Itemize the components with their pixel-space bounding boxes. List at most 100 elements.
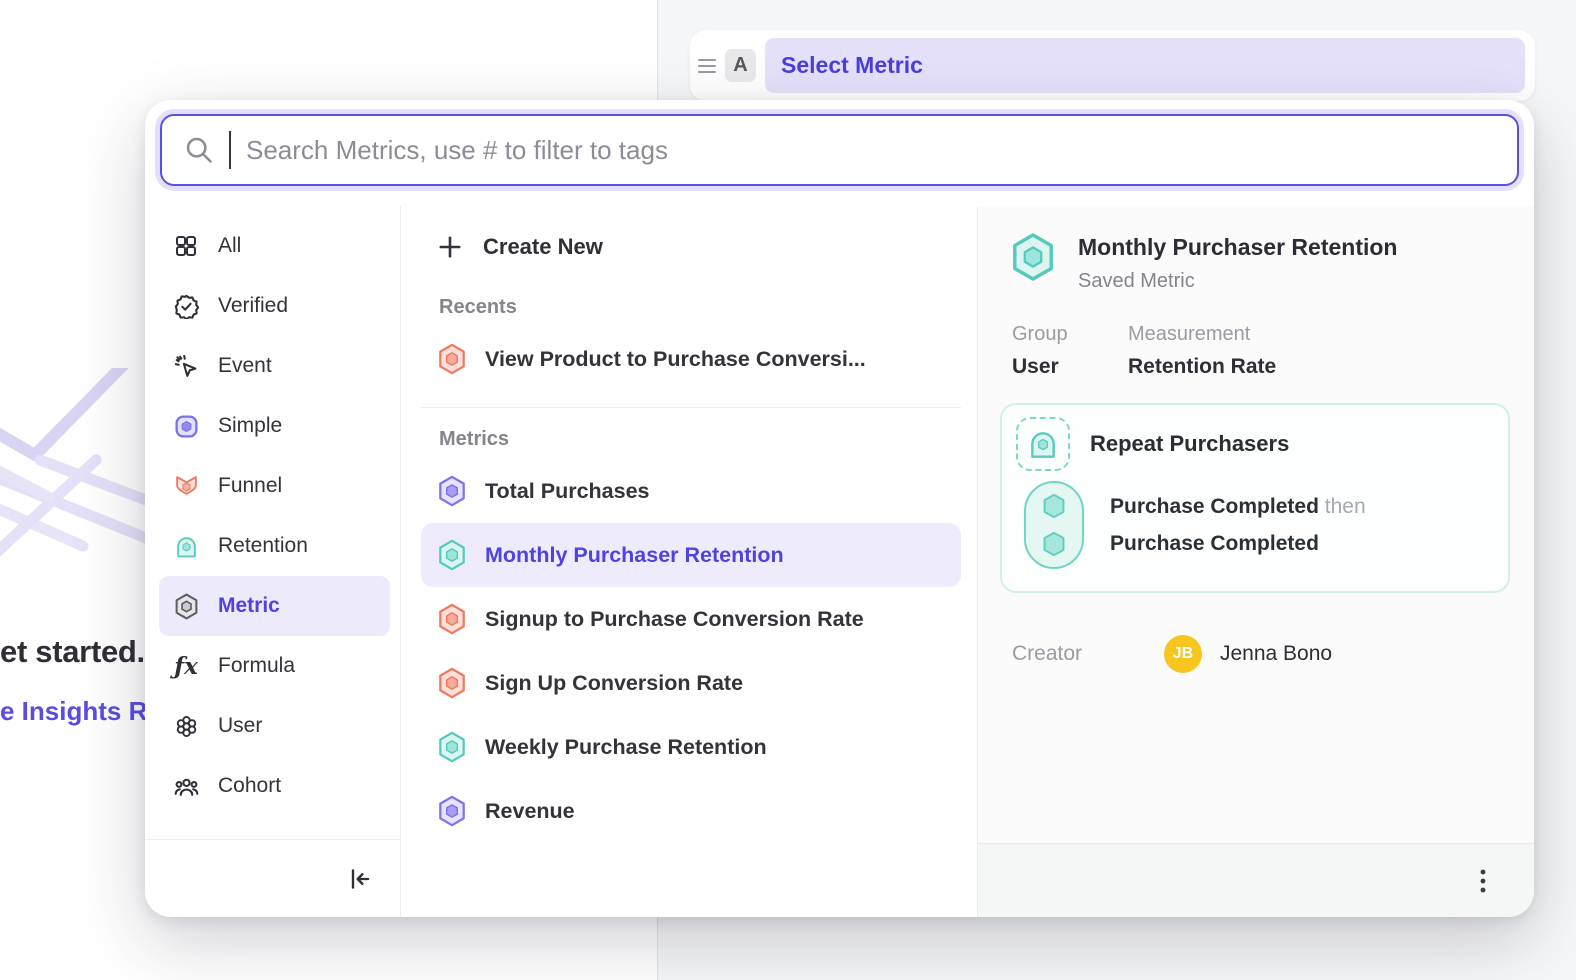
sidebar-item-cohort[interactable]: Cohort (159, 756, 390, 816)
create-new-label: Create New (483, 234, 603, 260)
retention-definition-icon (1016, 417, 1070, 471)
creator-row: Creator JB Jenna Bono (1000, 635, 1510, 673)
sidebar-item-funnel[interactable]: Funnel (159, 456, 390, 516)
metric-hex-icon (437, 795, 467, 827)
metric-item-label: Weekly Purchase Retention (485, 735, 767, 760)
event-hex-icon (1042, 531, 1066, 557)
metric-item-monthly-purchaser-retention[interactable]: Monthly Purchaser Retention (421, 523, 961, 587)
definition-step-1: Purchase Completed then (1110, 495, 1366, 519)
sidebar-item-label: All (218, 234, 241, 258)
sidebar-item-user[interactable]: User (159, 696, 390, 756)
saved-metric-hex-icon (1010, 232, 1056, 282)
metrics-section-label: Metrics (439, 428, 961, 451)
sidebar-item-metric[interactable]: Metric (159, 576, 390, 636)
sidebar-item-simple[interactable]: Simple (159, 396, 390, 456)
sidebar-item-label: Verified (218, 294, 288, 318)
recent-metric-item[interactable]: View Product to Purchase Conversi... (421, 327, 961, 391)
metric-item-label: Monthly Purchaser Retention (485, 543, 784, 568)
creator-label: Creator (1012, 642, 1164, 666)
detail-header: Monthly Purchaser Retention Saved Metric (1000, 232, 1510, 293)
search-input[interactable] (246, 135, 1495, 166)
cohort-people-icon (172, 774, 200, 799)
search-box[interactable] (160, 114, 1519, 186)
detail-fields: Group User Measurement Retention Rate (1000, 323, 1510, 379)
definition-steps: Purchase Completed then Purchase Complet… (1110, 481, 1366, 569)
sidebar-item-label: Metric (218, 594, 280, 618)
metric-block-badge: A (725, 49, 756, 82)
metric-hex-icon (437, 539, 467, 571)
sidebar-item-retention[interactable]: Retention (159, 516, 390, 576)
metric-definition-card: Repeat Purchasers Purchase Completed the… (1000, 403, 1510, 593)
retention-arch-icon (172, 534, 200, 559)
screen: et started. e Insights Re A Select Metri… (0, 0, 1576, 980)
text-caret (229, 131, 231, 169)
creator-name: Jenna Bono (1220, 642, 1332, 666)
sidebar-item-label: Cohort (218, 774, 281, 798)
grid-icon (172, 234, 200, 258)
field-measurement: Measurement Retention Rate (1128, 323, 1276, 379)
event-sequence-capsule (1024, 481, 1084, 569)
background-report-link-fragment[interactable]: e Insights Re (0, 696, 162, 727)
sidebar-item-formula[interactable]: ƒx Formula (159, 636, 390, 696)
field-value: Retention Rate (1128, 355, 1276, 379)
formula-fx-icon: ƒx (172, 655, 200, 678)
modal-body: All Verified Event (145, 206, 1534, 917)
sidebar-item-event[interactable]: Event (159, 336, 390, 396)
sidebar-item-label: Formula (218, 654, 295, 678)
simple-square-hex-icon (172, 414, 200, 439)
sidebar-item-label: Retention (218, 534, 308, 558)
sidebar-item-label: Simple (218, 414, 282, 438)
detail-subtitle: Saved Metric (1078, 270, 1397, 293)
metric-item-signup-to-purchase-conversion-rate[interactable]: Signup to Purchase Conversion Rate (421, 587, 961, 651)
select-metric-label: Select Metric (781, 52, 923, 79)
definition-name: Repeat Purchasers (1090, 431, 1289, 457)
sidebar-footer (145, 839, 400, 917)
recents-section-label: Recents (439, 296, 961, 319)
metric-hex-icon (437, 731, 467, 763)
metric-hex-icon (437, 667, 467, 699)
detail-title: Monthly Purchaser Retention (1078, 234, 1397, 261)
definition-step-2: Purchase Completed (1110, 532, 1366, 556)
cursor-click-icon (172, 354, 200, 379)
funnel-metric-hex-icon (437, 343, 467, 375)
metric-detail-panel: Monthly Purchaser Retention Saved Metric… (978, 206, 1534, 917)
sidebar-item-label: User (218, 714, 262, 738)
drag-handle-icon[interactable] (698, 59, 716, 73)
sidebar-item-all[interactable]: All (159, 216, 390, 276)
metric-hex-icon (437, 475, 467, 507)
verified-seal-icon (172, 294, 200, 319)
metric-picker-modal: All Verified Event (145, 100, 1534, 917)
detail-footer (978, 843, 1534, 917)
metric-item-label: Sign Up Conversion Rate (485, 671, 743, 696)
plus-icon (437, 234, 463, 260)
field-group: Group User (1012, 323, 1102, 379)
metric-item-sign-up-conversion-rate[interactable]: Sign Up Conversion Rate (421, 651, 961, 715)
query-builder-row: A Select Metric (690, 30, 1535, 101)
funnel-icon (172, 474, 200, 499)
definition-body: Purchase Completed then Purchase Complet… (1016, 481, 1492, 569)
field-label: Measurement (1128, 323, 1276, 346)
list-divider (421, 407, 961, 408)
field-label: Group (1012, 323, 1102, 346)
sidebar-item-label: Event (218, 354, 272, 378)
metric-list-column: Create New Recents View Product to Purch… (401, 206, 978, 917)
sidebar-item-verified[interactable]: Verified (159, 276, 390, 336)
metric-item-label: Total Purchases (485, 479, 650, 504)
more-options-button[interactable] (1470, 866, 1496, 896)
metric-item-total-purchases[interactable]: Total Purchases (421, 459, 961, 523)
select-metric-button[interactable]: Select Metric (765, 38, 1525, 93)
user-flower-icon (172, 714, 200, 739)
metric-item-weekly-purchase-retention[interactable]: Weekly Purchase Retention (421, 715, 961, 779)
creator-avatar: JB (1164, 635, 1202, 673)
filter-sidebar: All Verified Event (145, 206, 401, 917)
search-icon (184, 135, 214, 165)
vertical-ellipsis-icon (1470, 866, 1496, 896)
create-new-button[interactable]: Create New (437, 218, 961, 276)
recent-metric-label: View Product to Purchase Conversi... (485, 347, 866, 372)
metric-hexagon-icon (172, 593, 200, 620)
metric-item-label: Revenue (485, 799, 575, 824)
then-connector: then (1325, 495, 1366, 518)
metric-item-label: Signup to Purchase Conversion Rate (485, 607, 864, 632)
metric-item-revenue[interactable]: Revenue (421, 779, 961, 843)
collapse-sidebar-button[interactable] (346, 865, 374, 893)
